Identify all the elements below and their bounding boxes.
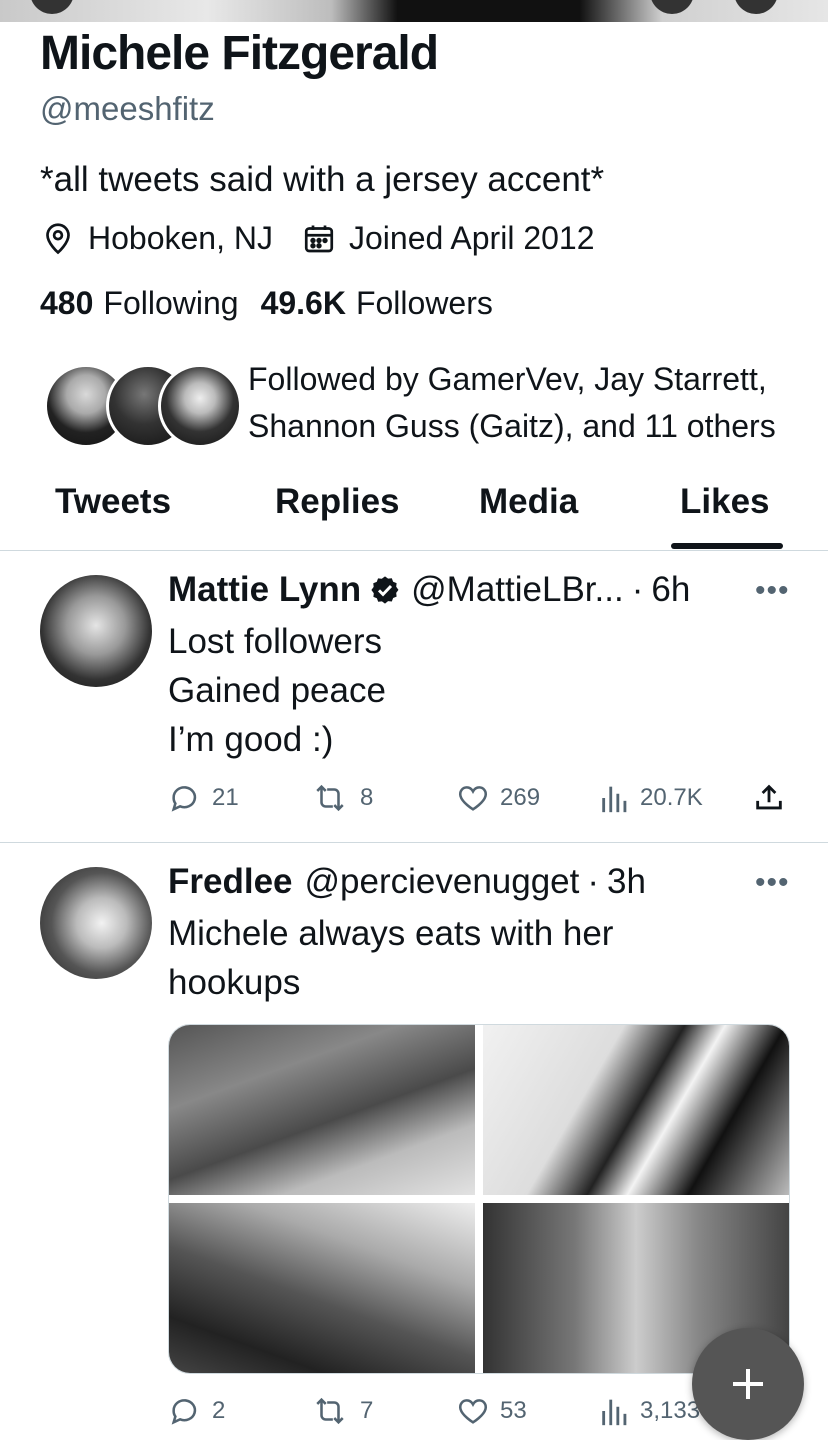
tab-likes[interactable]: Likes (680, 482, 770, 522)
tweet-actions: 21 8 269 20.7K (168, 781, 788, 821)
tab-replies[interactable]: Replies (275, 482, 400, 522)
retweet-button[interactable]: 8 (310, 781, 373, 815)
views-icon (602, 786, 627, 813)
back-button[interactable] (30, 0, 74, 14)
tweet-photo[interactable] (169, 1025, 475, 1195)
followers-link[interactable]: 49.6K Followers (261, 285, 493, 322)
tweet-divider (0, 842, 828, 843)
tweet-photo[interactable] (169, 1203, 475, 1373)
more-icon[interactable]: ••• (755, 866, 790, 900)
tweet-author-name[interactable]: Fredlee (168, 862, 293, 902)
compose-tweet-button[interactable] (692, 1328, 804, 1440)
followed-by-text[interactable]: Followed by GamerVev, Jay Starrett, Shan… (248, 356, 808, 450)
search-button[interactable] (650, 0, 694, 14)
tweet-author-name[interactable]: Mattie Lynn (168, 570, 361, 610)
tweet-header: Fredlee @percievenugget · 3h (168, 862, 646, 902)
more-options-button[interactable] (734, 0, 778, 14)
verified-badge-icon (369, 574, 401, 606)
profile-handle: @meeshfitz (40, 90, 215, 127)
tweet-author-handle[interactable]: @percievenugget (305, 862, 580, 902)
avatar[interactable] (40, 867, 152, 979)
tweet-photo[interactable] (483, 1025, 789, 1195)
views-button[interactable]: 3,133 (600, 1394, 700, 1428)
profile-tabs: Tweets Replies Media Likes (0, 470, 828, 551)
like-button[interactable]: 269 (456, 781, 540, 815)
profile-stats: 480 Following 49.6K Followers (40, 285, 515, 322)
tweet-time[interactable]: 3h (607, 862, 646, 902)
reply-button[interactable]: 2 (168, 1394, 225, 1428)
avatar (158, 364, 242, 448)
tweet-media-grid[interactable] (168, 1024, 790, 1374)
reply-button[interactable]: 21 (168, 781, 239, 815)
profile-banner (0, 0, 828, 22)
tweet-text: Michele always eats with her hookups (168, 914, 614, 1002)
reply-icon (171, 1399, 197, 1425)
location-pin-icon (40, 221, 76, 257)
avatar[interactable] (40, 575, 152, 687)
retweet-button[interactable]: 7 (310, 1394, 373, 1428)
profile-bio: *all tweets said with a jersey accent* (40, 160, 605, 199)
retweet-icon (316, 1397, 344, 1425)
views-button[interactable]: 20.7K (600, 781, 703, 815)
profile-joined: Joined April 2012 (348, 220, 595, 256)
share-button[interactable] (752, 781, 796, 815)
reply-icon (171, 786, 197, 812)
more-icon[interactable]: ••• (755, 574, 790, 608)
following-link[interactable]: 480 Following (40, 285, 239, 322)
like-button[interactable]: 53 (456, 1394, 527, 1428)
tab-media[interactable]: Media (479, 482, 578, 522)
plus-icon (733, 1369, 763, 1399)
profile-name: Michele Fitzgerald (40, 27, 439, 80)
calendar-icon (301, 221, 337, 257)
share-icon (756, 784, 782, 810)
views-icon (602, 1399, 627, 1426)
tweet-text: Lost followers Gained peace I’m good :) (168, 622, 386, 759)
heart-icon (458, 1399, 488, 1424)
tweet-header: Mattie Lynn @MattieLBr... · 6h (168, 570, 691, 610)
profile-meta: Hoboken, NJ Joined April 2012 (40, 220, 595, 257)
heart-icon (458, 786, 488, 811)
active-tab-indicator (671, 543, 783, 549)
retweet-icon (316, 784, 344, 812)
tweet-time[interactable]: 6h (651, 570, 690, 610)
tweet-author-handle[interactable]: @MattieLBr... (411, 570, 624, 610)
tab-tweets[interactable]: Tweets (55, 482, 171, 522)
profile-location: Hoboken, NJ (88, 220, 273, 256)
